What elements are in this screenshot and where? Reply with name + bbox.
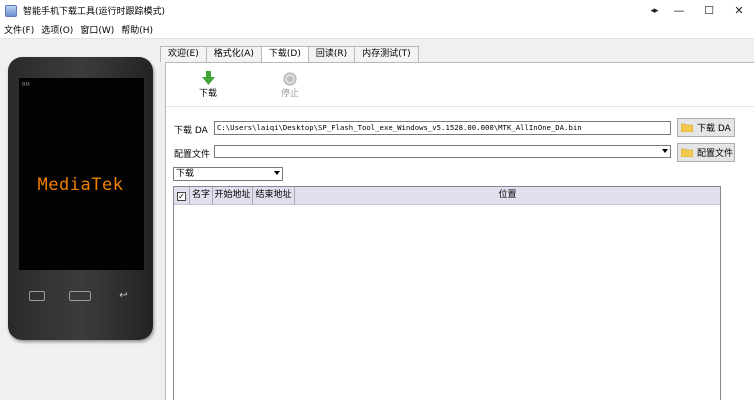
phone-menu-key-icon — [29, 291, 45, 301]
phone-home-key-icon — [69, 291, 91, 301]
tab-download[interactable]: 下载(D) — [260, 46, 309, 63]
scatter-config-button[interactable]: 配置文件 — [677, 143, 735, 162]
download-label: 下载 — [198, 89, 217, 99]
folder-icon — [681, 148, 693, 157]
download-agent-button[interactable]: 下载 DA — [677, 118, 735, 137]
scatter-config-dropdown[interactable] — [214, 145, 671, 158]
column-header-name[interactable]: 名字 — [190, 187, 213, 205]
folder-icon — [681, 123, 693, 132]
resize-arrows-icon[interactable]: ◂▸ — [644, 0, 664, 21]
download-panel: 下载 停止 下载 DA C:\Users\laiqi\Desktop\SP_Fl… — [165, 62, 754, 400]
tab-readback[interactable]: 回读(R) — [307, 46, 356, 62]
partition-table[interactable]: ✓ 名字 开始地址 结束地址 位置 — [173, 186, 721, 400]
device-panel: BM MediaTek ↩ — [0, 40, 160, 400]
tab-strip: 欢迎(E) 格式化(A) 下载(D) 回读(R) 内存测试(T) — [160, 46, 419, 63]
phone-brand: BM — [22, 82, 30, 88]
download-agent-label: 下载 DA — [174, 126, 208, 136]
menu-window[interactable]: 窗口(W) — [77, 23, 117, 36]
close-button[interactable]: ✕ — [724, 0, 754, 21]
tab-format[interactable]: 格式化(A) — [205, 46, 262, 62]
phone-back-key-icon: ↩ — [119, 290, 128, 301]
column-header-location[interactable]: 位置 — [295, 187, 720, 205]
stop-label: 停止 — [280, 89, 299, 99]
scatter-config-button-label: 配置文件 — [697, 149, 734, 159]
scatter-config-label: 配置文件 — [174, 150, 211, 160]
stop-button[interactable]: 停止 — [270, 71, 310, 99]
download-button[interactable]: 下载 — [188, 71, 228, 99]
menu-file[interactable]: 文件(F) — [1, 23, 37, 36]
window-controls: ◂▸ — ☐ ✕ — [644, 0, 754, 21]
column-header-end-address[interactable]: 结束地址 — [253, 187, 295, 205]
select-all-checkbox[interactable]: ✓ — [174, 187, 190, 205]
phone-screen — [19, 78, 144, 270]
download-agent-path-field[interactable]: C:\Users\laiqi\Desktop\SP_Flash_Tool_exe… — [214, 121, 671, 135]
maximize-button[interactable]: ☐ — [694, 0, 724, 21]
download-mode-dropdown[interactable]: 下载 — [173, 167, 283, 181]
mediatek-logo: MediaTek — [37, 175, 124, 195]
phone-image: BM MediaTek ↩ — [8, 57, 153, 340]
minimize-button[interactable]: — — [664, 0, 694, 21]
chevron-down-icon — [662, 149, 668, 153]
table-header: ✓ 名字 开始地址 结束地址 位置 — [174, 187, 720, 205]
window-title: 智能手机下载工具(运行时跟踪模式) — [23, 7, 166, 17]
menu-options[interactable]: 选项(O) — [38, 23, 76, 36]
stop-icon — [283, 72, 297, 85]
app-icon — [5, 4, 17, 17]
chevron-down-icon — [274, 171, 280, 175]
title-bar: 智能手机下载工具(运行时跟踪模式) ◂▸ — ☐ ✕ — [0, 0, 754, 21]
download-arrow-icon — [201, 71, 215, 85]
download-mode-value: 下载 — [176, 169, 195, 179]
download-agent-button-label: 下载 DA — [697, 124, 731, 134]
tab-welcome[interactable]: 欢迎(E) — [160, 46, 207, 62]
menu-help[interactable]: 帮助(H) — [118, 23, 156, 36]
tab-memory-test[interactable]: 内存测试(T) — [354, 46, 419, 62]
menu-bar: 文件(F) 选项(O) 窗口(W) 帮助(H) — [0, 21, 754, 39]
checkbox-checked-icon: ✓ — [177, 191, 186, 201]
toolbar-divider — [166, 106, 754, 107]
column-header-begin-address[interactable]: 开始地址 — [213, 187, 253, 205]
